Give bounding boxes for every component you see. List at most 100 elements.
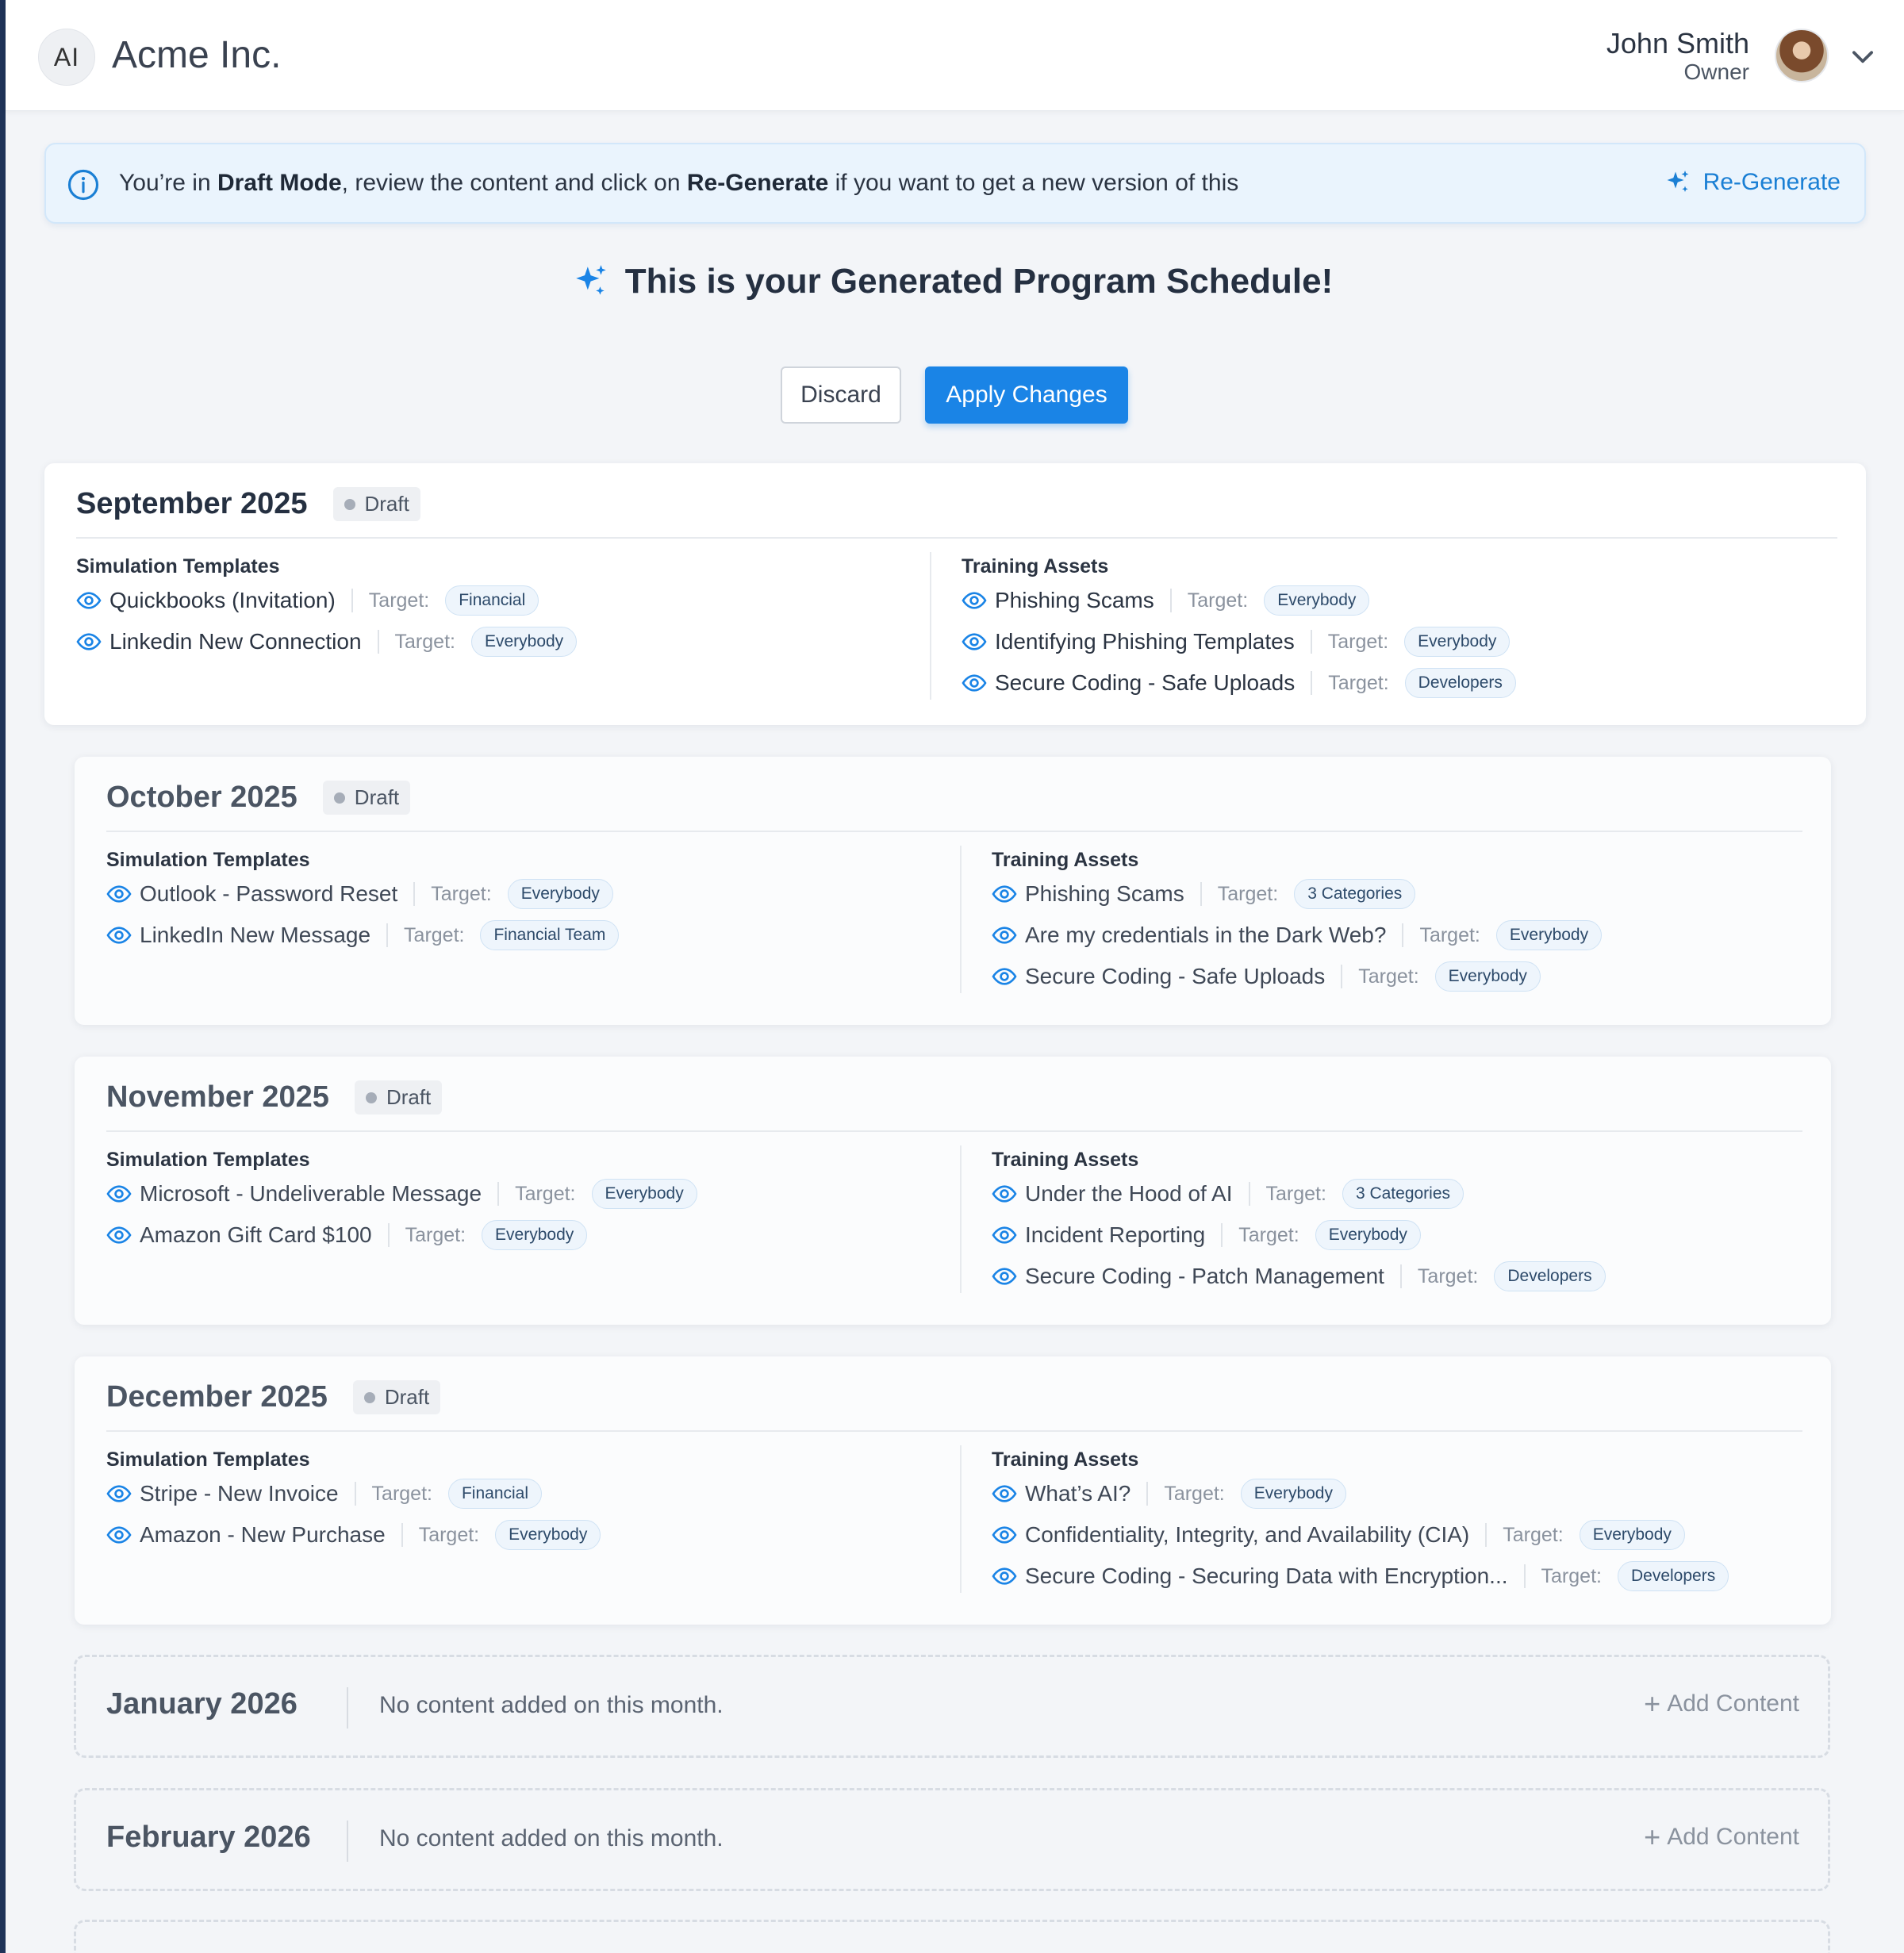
item-name[interactable]: Confidentiality, Integrity, and Availabi…: [1025, 1522, 1469, 1548]
target-label: Target:: [515, 1182, 576, 1205]
target-badge: Everybody: [1315, 1220, 1421, 1250]
training-item[interactable]: Phishing Scams Target: 3 Categories: [992, 879, 1416, 909]
eye-icon[interactable]: [992, 1481, 1017, 1506]
target-label: Target:: [1419, 923, 1480, 946]
eye-icon[interactable]: [106, 923, 132, 948]
simulation-item[interactable]: LinkedIn New Message Target: Financial Tea…: [106, 920, 620, 950]
discard-button[interactable]: Discard: [781, 366, 901, 424]
info-icon: [67, 169, 99, 201]
training-item[interactable]: Secure Coding - Safe Uploads Target: Every…: [992, 961, 1541, 992]
item-name[interactable]: Secure Coding - Securing Data with Encry…: [1025, 1564, 1508, 1589]
simulation-item[interactable]: Microsoft - Undeliverable Message Target:…: [106, 1179, 697, 1209]
target-badge: Developers: [1404, 668, 1516, 698]
item-name[interactable]: Microsoft - Undeliverable Message: [140, 1181, 482, 1207]
month-header: December 2025 Draft: [106, 1380, 441, 1414]
item-name[interactable]: Are my credentials in the Dark Web?: [1025, 923, 1386, 948]
item-name[interactable]: Amazon Gift Card $100: [140, 1222, 372, 1248]
add-content-button[interactable]: + Add Content: [1644, 1821, 1799, 1853]
training-item[interactable]: Secure Coding - Securing Data with Encry…: [992, 1561, 1729, 1591]
training-item[interactable]: Confidentiality, Integrity, and Availabi…: [992, 1520, 1685, 1550]
simulation-item[interactable]: Quickbooks (Invitation) Target: Financial: [76, 585, 539, 616]
simulation-item[interactable]: Amazon Gift Card $100 Target: Everybody: [106, 1220, 588, 1250]
plus-icon: +: [1644, 1821, 1661, 1853]
eye-icon[interactable]: [106, 1522, 132, 1548]
item-name[interactable]: Stripe - New Invoice: [140, 1481, 339, 1506]
eye-icon[interactable]: [992, 1181, 1017, 1207]
add-content-button[interactable]: + Add Content: [1644, 1690, 1799, 1718]
separator: [1523, 1564, 1526, 1588]
eye-icon[interactable]: [76, 588, 102, 613]
eye-icon[interactable]: [992, 1222, 1017, 1248]
item-name[interactable]: Linkedin New Connection: [109, 629, 362, 654]
target-label: Target:: [1358, 965, 1419, 988]
item-name[interactable]: Secure Coding - Safe Uploads: [995, 670, 1295, 696]
simulation-item[interactable]: Stripe - New Invoice Target: Financial: [106, 1479, 543, 1509]
draft-mode-banner: You’re in Draft Mode, review the content…: [44, 143, 1866, 224]
item-name[interactable]: Amazon - New Purchase: [140, 1522, 386, 1548]
simulation-templates-heading: Simulation Templates: [106, 1149, 310, 1171]
training-item[interactable]: Phishing Scams Target: Everybody: [962, 585, 1370, 616]
regenerate-button[interactable]: Re-Generate: [1664, 168, 1841, 197]
apply-changes-button[interactable]: Apply Changes: [925, 366, 1128, 424]
target-badge: Financial: [447, 1479, 543, 1509]
avatar[interactable]: [1775, 29, 1829, 82]
eye-icon[interactable]: [992, 1564, 1017, 1589]
item-name[interactable]: Phishing Scams: [995, 588, 1154, 613]
training-item[interactable]: Are my credentials in the Dark Web? Targe…: [992, 920, 1603, 950]
eye-icon[interactable]: [106, 881, 132, 907]
item-name[interactable]: Secure Coding - Safe Uploads: [1025, 964, 1325, 989]
eye-icon[interactable]: [962, 629, 987, 654]
separator: [347, 1687, 348, 1729]
item-name[interactable]: Secure Coding - Patch Management: [1025, 1264, 1384, 1289]
training-item[interactable]: Secure Coding - Patch Management Target: D…: [992, 1261, 1606, 1291]
separator: [387, 1223, 390, 1247]
eye-icon[interactable]: [962, 670, 987, 696]
company-logo[interactable]: AI: [38, 29, 95, 86]
training-item[interactable]: Under the Hood of AI Target: 3 Categories: [992, 1179, 1464, 1209]
eye-icon[interactable]: [992, 964, 1017, 989]
add-content-label: Add Content: [1667, 1824, 1799, 1850]
column-divider: [960, 1145, 962, 1293]
simulation-item[interactable]: Amazon - New Purchase Target: Everybody: [106, 1520, 601, 1550]
item-name[interactable]: What’s AI?: [1025, 1481, 1130, 1506]
item-name[interactable]: Incident Reporting: [1025, 1222, 1205, 1248]
target-badge: Developers: [1494, 1261, 1606, 1291]
target-label: Target:: [404, 923, 465, 946]
target-badge: Everybody: [495, 1520, 601, 1550]
chevron-down-icon[interactable]: [1848, 41, 1878, 71]
eye-icon[interactable]: [106, 1481, 132, 1506]
empty-month-card: [74, 1920, 1830, 1953]
separator: [1311, 671, 1313, 695]
training-item[interactable]: What’s AI? Target: Everybody: [992, 1479, 1346, 1509]
month-title: October 2025: [106, 781, 298, 814]
eye-icon[interactable]: [106, 1222, 132, 1248]
item-name[interactable]: Quickbooks (Invitation): [109, 588, 336, 613]
item-name[interactable]: Outlook - Password Reset: [140, 881, 397, 907]
separator: [377, 630, 379, 654]
training-item[interactable]: Secure Coding - Safe Uploads Target: Devel…: [962, 668, 1516, 698]
user-role: Owner: [1683, 59, 1749, 84]
simulation-templates-heading: Simulation Templates: [106, 1448, 310, 1471]
eye-icon[interactable]: [76, 629, 102, 654]
eye-icon[interactable]: [992, 881, 1017, 907]
eye-icon[interactable]: [992, 1522, 1017, 1548]
training-item[interactable]: Identifying Phishing Templates Target: Eve…: [962, 627, 1511, 657]
training-item[interactable]: Incident Reporting Target: Everybody: [992, 1220, 1421, 1250]
eye-icon[interactable]: [106, 1181, 132, 1207]
page-title-text: This is your Generated Program Schedule!: [624, 262, 1334, 301]
separator: [354, 1482, 356, 1506]
eye-icon[interactable]: [992, 1264, 1017, 1289]
eye-icon[interactable]: [962, 588, 987, 613]
status-badge: Draft: [354, 1080, 443, 1115]
item-name[interactable]: Identifying Phishing Templates: [995, 629, 1295, 654]
simulation-item[interactable]: Linkedin New Connection Target: Everybody: [76, 627, 578, 657]
item-name[interactable]: Under the Hood of AI: [1025, 1181, 1233, 1207]
user-name[interactable]: John Smith: [1606, 27, 1749, 60]
item-name[interactable]: LinkedIn New Message: [140, 923, 370, 948]
eye-icon[interactable]: [992, 923, 1017, 948]
simulation-item[interactable]: Outlook - Password Reset Target: Everybody: [106, 879, 613, 909]
status-dot: [333, 792, 345, 804]
item-name[interactable]: Phishing Scams: [1025, 881, 1184, 907]
empty-message: No content added on this month.: [379, 1825, 724, 1851]
status-label: Draft: [364, 492, 409, 516]
